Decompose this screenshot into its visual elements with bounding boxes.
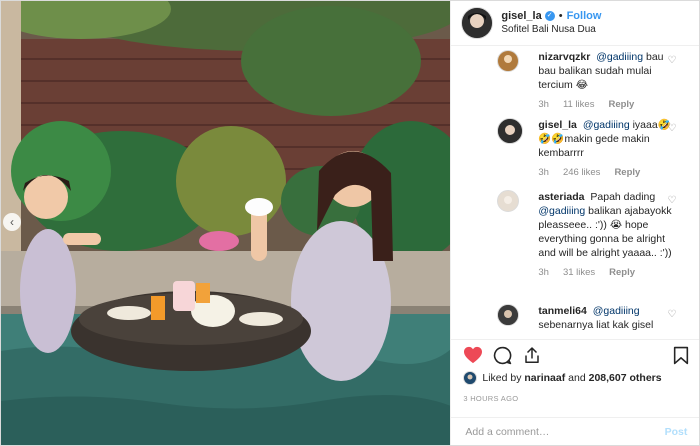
comment-meta: 3h 11 likes Reply — [538, 98, 678, 112]
comment-text: sebenarnya liat kak gisel — [538, 319, 654, 331]
chevron-left-icon[interactable]: ‹ — [3, 213, 21, 231]
post-header: gisel_la ✓ • Follow Sofitel Bali Nusa Du… — [451, 1, 699, 46]
comments-list[interactable]: nizarvqzkr @gadiiing bau bau balikan sud… — [451, 46, 699, 336]
comment-item: nizarvqzkr @gadiiing bau bau balikan sud… — [451, 50, 690, 112]
avatar[interactable] — [497, 304, 520, 326]
reply-button[interactable]: Reply — [609, 266, 635, 280]
comment-username[interactable]: asteriada — [538, 191, 584, 203]
comment-time[interactable]: 3h — [538, 98, 549, 112]
pool-scene-image — [1, 1, 451, 445]
likes-and-label: and — [568, 372, 586, 384]
add-comment-form: Post — [451, 417, 700, 445]
commenter-avatar-icon — [498, 191, 519, 211]
reply-button[interactable]: Reply — [614, 166, 640, 180]
comment-likes[interactable]: 246 likes — [563, 166, 601, 180]
liker-username[interactable]: narinaaf — [524, 372, 565, 384]
bookmark-icon[interactable] — [673, 346, 689, 365]
header-text: gisel_la ✓ • Follow Sofitel Bali Nusa Du… — [501, 9, 601, 37]
likes-others-count[interactable]: 208,607 others — [589, 372, 662, 384]
comment-mention[interactable]: @gadiiing — [596, 51, 643, 63]
comment-mention[interactable]: @gadiiing — [538, 205, 585, 217]
username-link[interactable]: gisel_la — [501, 9, 541, 23]
comment-item: gisel_la @gadiiing iyaaa🤣🤣🤣makin gede ma… — [451, 118, 690, 180]
post-actions-bar — [451, 339, 700, 368]
comment-pre-text: Papah dading — [590, 191, 656, 203]
heart-outline-icon[interactable]: ♡ — [667, 56, 676, 66]
commenter-avatar-icon — [498, 119, 523, 143]
post-side-panel: gisel_la ✓ • Follow Sofitel Bali Nusa Du… — [450, 1, 700, 445]
comment-mention[interactable]: @gadiiing — [583, 119, 630, 131]
avatar[interactable] — [463, 371, 478, 385]
comment-time[interactable]: 3h — [538, 166, 549, 180]
comment-body: tanmeli64 @gadiiing sebenarnya liat kak … — [538, 304, 678, 332]
comment-username[interactable]: gisel_la — [538, 119, 577, 131]
heart-outline-icon[interactable]: ♡ — [667, 196, 676, 206]
comment-likes[interactable]: 11 likes — [563, 98, 595, 112]
comment-bubble-icon[interactable] — [493, 346, 512, 365]
avatar[interactable] — [497, 190, 520, 212]
verified-badge-icon: ✓ — [544, 11, 555, 21]
profile-picture-icon — [462, 8, 493, 38]
post-comment-button[interactable]: Post — [665, 426, 688, 438]
instagram-post: ‹ gisel_la ✓ • Follow Sofitel Bali Nusa … — [0, 0, 700, 446]
comment-item: asteriada Papah dading @gadiiing balikan… — [451, 190, 690, 280]
liker-avatar-icon — [464, 372, 477, 384]
comment-username[interactable]: nizarvqzkr — [538, 51, 590, 63]
comment-meta: 3h 31 likes Reply — [538, 266, 678, 280]
commenter-avatar-icon — [498, 305, 519, 325]
avatar[interactable] — [461, 7, 494, 39]
comment-body: asteriada Papah dading @gadiiing balikan… — [538, 190, 678, 280]
comment-body: gisel_la @gadiiing iyaaa🤣🤣🤣makin gede ma… — [538, 118, 678, 180]
comment-username[interactable]: tanmeli64 — [538, 305, 586, 317]
comment-input[interactable] — [463, 424, 648, 439]
location-link[interactable]: Sofitel Bali Nusa Dua — [501, 23, 601, 37]
heart-outline-icon[interactable]: ♡ — [667, 310, 676, 320]
heart-outline-icon[interactable]: ♡ — [667, 124, 676, 134]
separator-dot: • — [558, 10, 563, 22]
comment-likes[interactable]: 31 likes — [563, 266, 595, 280]
liked-by-label: Liked by — [482, 372, 522, 384]
post-photo[interactable]: ‹ — [1, 1, 451, 445]
heart-filled-icon[interactable] — [463, 346, 483, 364]
comment-meta: 3h 246 likes Reply — [538, 166, 678, 180]
comment-mention[interactable]: @gadiiing — [593, 305, 640, 317]
likes-summary: Liked by narinaaf and 208,607 others — [463, 371, 662, 385]
comment-body: nizarvqzkr @gadiiing bau bau balikan sud… — [538, 50, 678, 112]
header-line: gisel_la ✓ • Follow — [501, 9, 601, 23]
post-timestamp[interactable]: 3 HOURS AGO — [463, 394, 518, 403]
avatar[interactable] — [497, 118, 524, 144]
commenter-avatar-icon — [498, 51, 519, 71]
reply-button[interactable]: Reply — [608, 98, 634, 112]
avatar[interactable] — [497, 50, 520, 72]
follow-button[interactable]: Follow — [567, 9, 602, 23]
comment-item: tanmeli64 @gadiiing sebenarnya liat kak … — [451, 304, 690, 332]
share-icon[interactable] — [523, 346, 541, 365]
comment-time[interactable]: 3h — [538, 266, 549, 280]
